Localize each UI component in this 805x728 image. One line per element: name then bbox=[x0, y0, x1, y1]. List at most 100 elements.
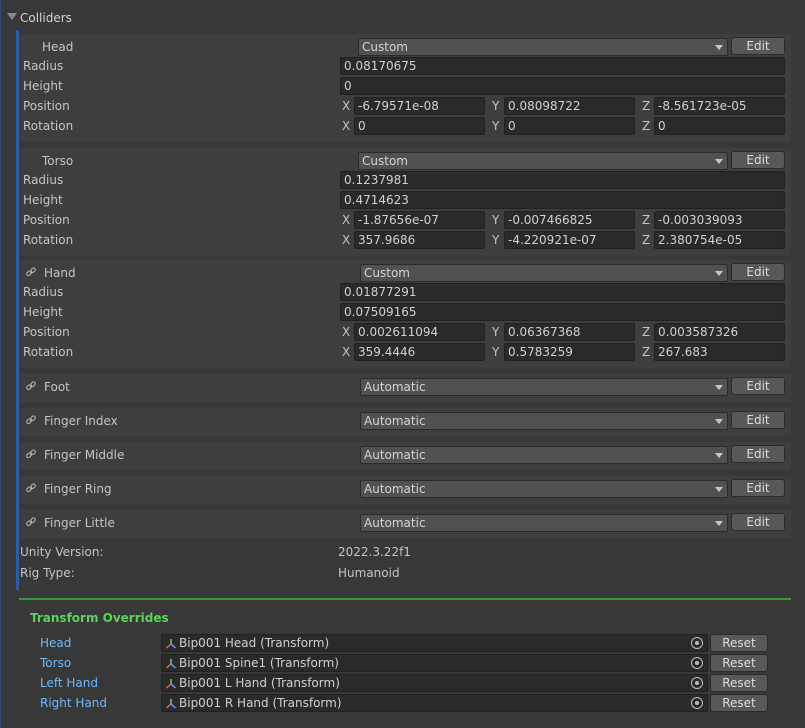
edit-button[interactable]: Edit bbox=[731, 377, 785, 395]
collider-mode-dropdown[interactable]: Automatic bbox=[360, 446, 728, 464]
rotation-z-axis-label: Z bbox=[642, 233, 651, 247]
rotation-x-field[interactable]: 0 bbox=[354, 117, 485, 135]
rotation-label: Rotation bbox=[23, 345, 74, 359]
object-picker-icon[interactable] bbox=[691, 697, 703, 709]
override-label: Head bbox=[40, 636, 72, 650]
override-label: Right Hand bbox=[40, 696, 108, 710]
collider-mode-dropdown[interactable]: Automatic bbox=[360, 514, 728, 532]
collider-mode-dropdown[interactable]: Custom bbox=[360, 264, 728, 282]
position-y-field[interactable]: 0.08098722 bbox=[504, 97, 635, 115]
collider-name: Hand bbox=[44, 266, 76, 280]
link-icon bbox=[25, 482, 37, 494]
radius-label: Radius bbox=[23, 285, 64, 299]
edit-button[interactable]: Edit bbox=[731, 151, 785, 169]
reset-button[interactable]: Reset bbox=[710, 694, 768, 712]
transform-object-name: Bip001 L Hand (Transform) bbox=[179, 676, 340, 690]
rotation-y-field[interactable]: -4.220921e-07 bbox=[504, 231, 635, 249]
position-x-field[interactable]: 0.002611094 bbox=[354, 323, 485, 341]
position-x-axis-label: X bbox=[342, 213, 351, 227]
edit-button[interactable]: Edit bbox=[731, 513, 785, 531]
radius-field[interactable]: 0.1237981 bbox=[340, 171, 785, 189]
radius-label: Radius bbox=[23, 173, 64, 187]
inspector-panel: Colliders Head Custom Edit Radius 0.08170675… bbox=[0, 0, 805, 728]
height-field[interactable]: 0.07509165 bbox=[340, 303, 785, 321]
chevron-down-icon bbox=[715, 487, 723, 492]
edit-button[interactable]: Edit bbox=[731, 411, 785, 429]
edit-button[interactable]: Edit bbox=[731, 263, 785, 281]
position-x-field[interactable]: -6.79571e-08 bbox=[354, 97, 485, 115]
collider-name: Torso bbox=[42, 154, 74, 168]
position-x-field[interactable]: -1.87656e-07 bbox=[354, 211, 485, 229]
transform-icon bbox=[165, 698, 177, 710]
object-picker-icon[interactable] bbox=[691, 637, 703, 649]
position-label: Position bbox=[23, 325, 70, 339]
edit-button[interactable]: Edit bbox=[731, 479, 785, 497]
collider-mode-dropdown[interactable]: Custom bbox=[358, 152, 728, 170]
collider-name: Finger Middle bbox=[44, 448, 125, 462]
collider-name: Finger Index bbox=[44, 414, 118, 428]
rotation-y-axis-label: Y bbox=[492, 233, 500, 247]
height-field[interactable]: 0 bbox=[340, 77, 785, 95]
position-z-axis-label: Z bbox=[642, 325, 651, 339]
radius-field[interactable]: 0.01877291 bbox=[340, 283, 785, 301]
rotation-y-axis-label: Y bbox=[492, 119, 500, 133]
position-y-field[interactable]: -0.007466825 bbox=[504, 211, 635, 229]
transform-object-field[interactable]: Bip001 L Hand (Transform) bbox=[161, 674, 708, 692]
chevron-down-icon bbox=[715, 271, 723, 276]
object-picker-icon[interactable] bbox=[691, 657, 703, 669]
link-icon bbox=[25, 266, 37, 278]
height-field[interactable]: 0.4714623 bbox=[340, 191, 785, 209]
transform-object-field[interactable]: Bip001 Spine1 (Transform) bbox=[161, 654, 708, 672]
collider-mode-dropdown[interactable]: Automatic bbox=[360, 378, 728, 396]
foldout-arrow-icon[interactable] bbox=[7, 13, 17, 20]
rotation-label: Rotation bbox=[23, 119, 74, 133]
edit-button[interactable]: Edit bbox=[731, 37, 785, 55]
transform-object-name: Bip001 Spine1 (Transform) bbox=[179, 656, 339, 670]
rotation-z-field[interactable]: 0 bbox=[654, 117, 785, 135]
rotation-z-field[interactable]: 267.683 bbox=[654, 343, 785, 361]
position-y-axis-label: Y bbox=[492, 213, 500, 227]
object-picker-icon[interactable] bbox=[691, 677, 703, 689]
collider-name: Finger Ring bbox=[44, 482, 112, 496]
edit-button[interactable]: Edit bbox=[731, 445, 785, 463]
position-z-axis-label: Z bbox=[642, 213, 651, 227]
rotation-z-field[interactable]: 2.380754e-05 bbox=[654, 231, 785, 249]
link-icon bbox=[25, 414, 37, 426]
unity-version-label: Unity Version: bbox=[20, 545, 104, 559]
collider-mode-value: Automatic bbox=[364, 482, 426, 496]
colliders-foldout-header[interactable]: Colliders bbox=[1, 8, 805, 28]
collider-mode-value: Automatic bbox=[364, 516, 426, 530]
unity-version-value: 2022.3.22f1 bbox=[338, 545, 411, 559]
link-icon bbox=[25, 448, 37, 460]
collider-mode-dropdown[interactable]: Custom bbox=[358, 38, 728, 56]
position-z-field[interactable]: -0.003039093 bbox=[654, 211, 785, 229]
rotation-z-axis-label: Z bbox=[642, 119, 651, 133]
chevron-down-icon bbox=[715, 385, 723, 390]
position-z-field[interactable]: 0.003587326 bbox=[654, 323, 785, 341]
position-z-field[interactable]: -8.561723e-05 bbox=[654, 97, 785, 115]
rig-type-value: Humanoid bbox=[338, 566, 400, 580]
rotation-y-field[interactable]: 0.5783259 bbox=[504, 343, 635, 361]
rotation-y-field[interactable]: 0 bbox=[504, 117, 635, 135]
reset-button[interactable]: Reset bbox=[710, 654, 768, 672]
radius-label: Radius bbox=[23, 59, 64, 73]
overrides-divider bbox=[19, 598, 791, 600]
radius-field[interactable]: 0.08170675 bbox=[340, 57, 785, 75]
chevron-down-icon bbox=[715, 453, 723, 458]
collider-mode-dropdown[interactable]: Automatic bbox=[360, 412, 728, 430]
transform-overrides-title: Transform Overrides bbox=[30, 611, 169, 625]
transform-icon bbox=[165, 638, 177, 650]
rotation-x-axis-label: X bbox=[342, 119, 351, 133]
rig-type-label: Rig Type: bbox=[20, 566, 75, 580]
transform-object-field[interactable]: Bip001 Head (Transform) bbox=[161, 634, 708, 652]
reset-button[interactable]: Reset bbox=[710, 634, 768, 652]
rotation-x-field[interactable]: 359.4446 bbox=[354, 343, 485, 361]
collider-mode-dropdown[interactable]: Automatic bbox=[360, 480, 728, 498]
reset-button[interactable]: Reset bbox=[710, 674, 768, 692]
position-y-field[interactable]: 0.06367368 bbox=[504, 323, 635, 341]
position-x-axis-label: X bbox=[342, 99, 351, 113]
transform-object-field[interactable]: Bip001 R Hand (Transform) bbox=[161, 694, 708, 712]
position-label: Position bbox=[23, 213, 70, 227]
collider-mode-value: Custom bbox=[362, 40, 408, 54]
rotation-x-field[interactable]: 357.9686 bbox=[354, 231, 485, 249]
